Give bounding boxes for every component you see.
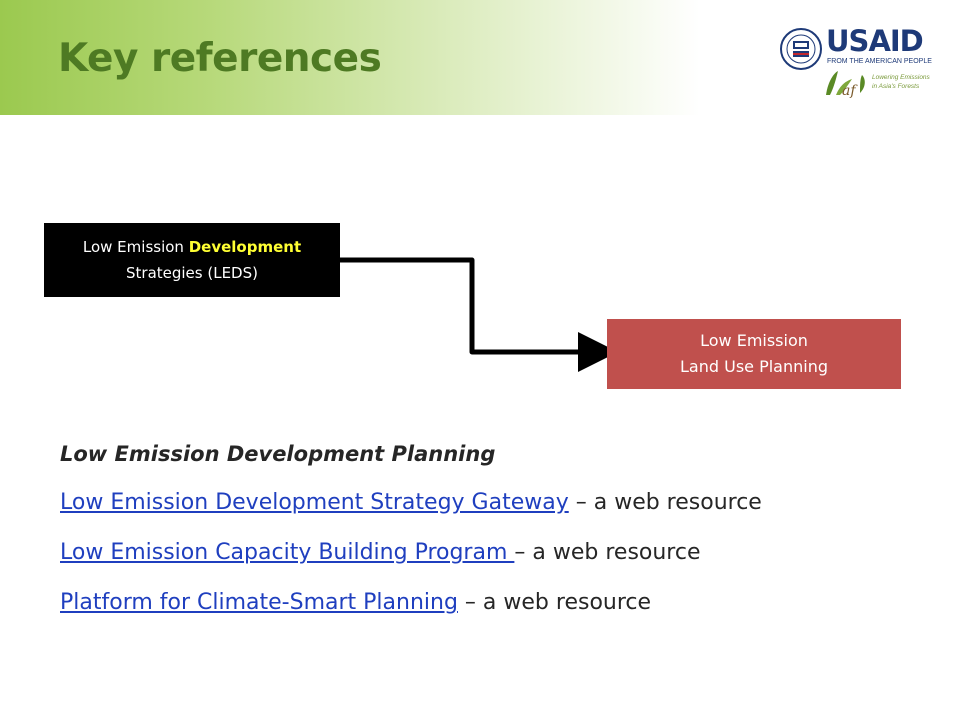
reference-item-1-suffix: – a web resource bbox=[568, 490, 762, 515]
reference-item-2-suffix: – a web resource bbox=[514, 540, 701, 565]
leds-box: Low Emission Development Strategies (LED… bbox=[44, 223, 340, 297]
leds-box-line1: Low Emission Development bbox=[44, 234, 340, 260]
leds-box-line1-prefix: Low Emission bbox=[82, 238, 189, 256]
leds-gateway-link[interactable]: Low Emission Development Strategy Gatewa… bbox=[60, 490, 569, 515]
reference-item-3: Platform for Climate-Smart Planning – a … bbox=[60, 590, 651, 615]
land-use-box-line2: Land Use Planning bbox=[680, 357, 828, 376]
references-heading: Low Emission Development Planning bbox=[60, 442, 496, 466]
reference-item-3-suffix: – a web resource bbox=[457, 590, 652, 615]
leds-box-line2: Strategies (LEDS) bbox=[126, 264, 258, 282]
land-use-planning-box: Low Emission Land Use Planning bbox=[607, 319, 901, 389]
leds-box-highlight: Development bbox=[188, 238, 302, 256]
reference-item-1: Low Emission Development Strategy Gatewa… bbox=[60, 490, 762, 515]
lecb-program-link[interactable]: Low Emission Capacity Building Program bbox=[60, 540, 514, 565]
slide: Key references USAID FROM THE AMERICAN P… bbox=[0, 0, 960, 720]
reference-item-2: Low Emission Capacity Building Program –… bbox=[60, 540, 701, 565]
climate-smart-planning-link[interactable]: Platform for Climate-Smart Planning bbox=[60, 590, 458, 615]
land-use-box-line1: Low Emission bbox=[700, 331, 808, 350]
